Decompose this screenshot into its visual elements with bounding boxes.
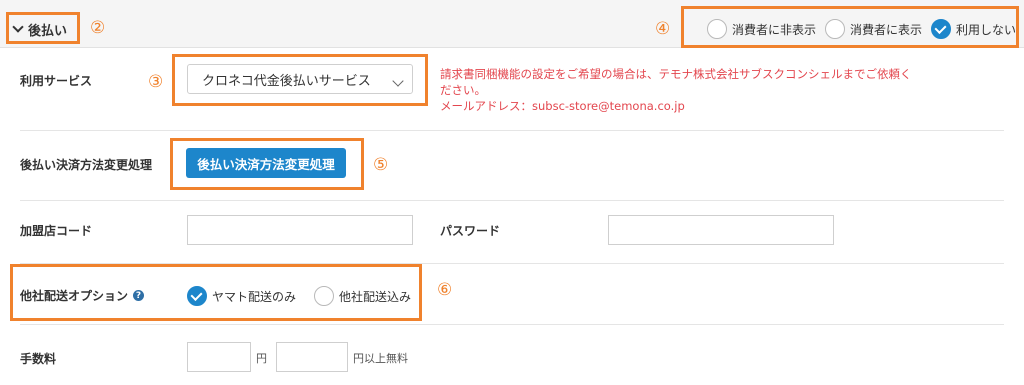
callout-2: ② — [90, 18, 106, 38]
section-toggle[interactable]: 後払い — [12, 18, 68, 40]
free-threshold-unit: 円以上無料 — [353, 352, 408, 365]
service-select[interactable]: クロネコ代金後払いサービス — [187, 64, 413, 94]
notice-line-3: メールアドレス：subsc-store@temona.co.jp — [440, 99, 685, 113]
divider — [20, 130, 1004, 131]
shipping-option-other-included-label: 他社配送込み — [339, 289, 412, 304]
display-option-shown-label: 消費者に表示 — [850, 22, 923, 37]
shipping-options-group: ヤマト配送のみ 他社配送込み — [187, 285, 411, 307]
method-change-label: 後払い決済方法変更処理 — [20, 158, 153, 172]
service-notice: 請求書同梱機能の設定をご希望の場合は、テモナ株式会社サブスクコンシェルまでご依頼… — [440, 66, 960, 114]
radio-other-included[interactable] — [314, 286, 335, 306]
question-circle-icon[interactable]: ? — [133, 290, 145, 301]
method-change-button[interactable]: 後払い決済方法変更処理 — [186, 148, 346, 178]
service-label: 利用サービス — [20, 74, 93, 88]
divider — [20, 324, 1004, 325]
display-option-unused[interactable]: 利用しない — [931, 19, 1016, 39]
fee-label: 手数料 — [20, 352, 57, 366]
display-option-shown[interactable]: 消費者に表示 — [825, 19, 922, 39]
radio-shown[interactable] — [825, 19, 846, 39]
display-option-hidden[interactable]: 消費者に非表示 — [707, 19, 816, 39]
shipping-option-label: 他社配送オプション — [20, 289, 129, 303]
password-label: パスワード — [440, 224, 501, 238]
callout-3: ③ — [148, 72, 164, 92]
merchant-code-label: 加盟店コード — [20, 224, 93, 238]
shipping-option-label-wrap: 他社配送オプション ? — [20, 287, 145, 304]
radio-hidden[interactable] — [707, 19, 727, 39]
callout-4: ④ — [655, 19, 671, 39]
chevron-down-icon — [12, 21, 24, 33]
free-threshold-input[interactable] — [276, 342, 348, 372]
display-option-hidden-label: 消費者に非表示 — [732, 22, 817, 37]
service-select-value: クロネコ代金後払いサービス — [202, 73, 371, 89]
callout-6: ⑥ — [437, 280, 453, 300]
shipping-option-other-included[interactable]: 他社配送込み — [314, 286, 411, 306]
divider — [20, 200, 1004, 201]
notice-line-1: 請求書同梱機能の設定をご希望の場合は、テモナ株式会社サブスクコンシェルまでご依頼… — [440, 67, 912, 81]
shipping-option-yamato-only-label: ヤマト配送のみ — [212, 289, 297, 304]
fee-amount-input[interactable] — [187, 342, 251, 372]
callout-5: ⑤ — [373, 155, 389, 175]
display-options-group: 消費者に非表示 消費者に表示 利用しない — [707, 19, 1016, 39]
section-toggle-label: 後払い — [28, 23, 68, 39]
merchant-code-input[interactable] — [187, 215, 413, 245]
password-input[interactable] — [608, 215, 834, 245]
radio-yamato-only[interactable] — [187, 286, 207, 306]
notice-line-2: ださい。 — [440, 83, 486, 97]
display-option-unused-label: 利用しない — [956, 22, 1017, 37]
fee-unit: 円 — [256, 352, 267, 365]
chevron-down-icon — [392, 75, 404, 87]
shipping-option-yamato-only[interactable]: ヤマト配送のみ — [187, 286, 296, 306]
radio-unused[interactable] — [931, 19, 952, 39]
